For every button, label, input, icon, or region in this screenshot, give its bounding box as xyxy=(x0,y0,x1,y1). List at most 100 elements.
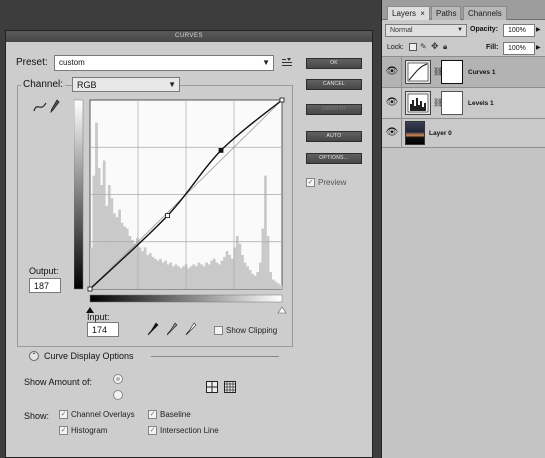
baseline-label: Baseline xyxy=(160,410,191,419)
tab-layers[interactable]: Layers × xyxy=(387,6,430,20)
histogram-bar xyxy=(241,254,244,289)
simple-grid-icon[interactable] xyxy=(206,381,218,393)
layers-empty-area xyxy=(382,148,545,458)
lock-position-icon[interactable]: ✥ xyxy=(431,42,440,51)
output-gradient-bar xyxy=(74,99,84,290)
histogram-bar xyxy=(266,236,270,289)
histogram-bar xyxy=(166,264,170,289)
smooth-button[interactable]: SMOOTH xyxy=(306,104,362,115)
histogram-bar xyxy=(210,260,214,289)
layer-mask-thumbnail[interactable] xyxy=(441,91,463,115)
preview-checkbox[interactable]: ✓ xyxy=(306,178,315,187)
input-gradient-bar xyxy=(89,294,283,303)
intersection-line-checkbox[interactable]: ✓ xyxy=(148,426,157,435)
histogram-bar xyxy=(251,273,255,289)
white-point-slider[interactable] xyxy=(277,306,287,314)
preset-value: custom xyxy=(59,58,85,67)
histogram-bar xyxy=(143,247,147,289)
histogram-bar xyxy=(146,254,150,289)
white-eyedropper-icon[interactable] xyxy=(185,322,197,336)
histogram-bar xyxy=(238,243,242,289)
histogram-bar xyxy=(220,260,224,289)
histogram-bar xyxy=(200,264,203,289)
histogram-bar xyxy=(207,264,211,289)
histogram-bar xyxy=(161,262,165,289)
channel-overlays-checkbox[interactable]: ✓ xyxy=(59,410,68,419)
histogram-bar xyxy=(133,243,137,289)
histogram-checkbox[interactable]: ✓ xyxy=(59,426,68,435)
fill-slider-arrow-icon[interactable]: ▶ xyxy=(536,44,541,51)
histogram-bar xyxy=(105,205,109,289)
light-radio[interactable] xyxy=(113,374,123,384)
lock-image-pixels-icon[interactable]: ✎ xyxy=(420,43,428,51)
tab-channels[interactable]: Channels xyxy=(463,6,507,20)
visibility-eye-icon[interactable]: 👁︎ xyxy=(385,96,399,110)
preset-dropdown[interactable]: custom ▼ xyxy=(54,55,274,71)
histogram-bar xyxy=(271,279,275,289)
histogram-bar xyxy=(205,262,208,289)
histogram-bar xyxy=(253,275,257,289)
histogram-bar xyxy=(218,264,221,289)
histogram-bar xyxy=(156,260,160,289)
input-field[interactable]: 174 xyxy=(87,322,119,337)
curves-graph[interactable] xyxy=(74,89,289,319)
opacity-field[interactable]: 100% xyxy=(503,24,535,37)
visibility-eye-icon[interactable]: 👁︎ xyxy=(385,65,399,79)
curve-control-point xyxy=(218,148,224,153)
layer-row-levels[interactable]: 👁︎ ⛓︎ Levels 1 xyxy=(382,88,545,119)
opacity-label: Opacity: xyxy=(470,26,499,33)
edit-points-curve-tool-icon[interactable] xyxy=(33,101,47,113)
black-eyedropper-icon[interactable] xyxy=(147,322,159,336)
gray-eyedropper-icon[interactable] xyxy=(166,322,178,336)
lock-all-icon[interactable]: 🔒︎ xyxy=(443,43,451,51)
histogram-bar xyxy=(194,266,198,289)
histogram-bar xyxy=(225,251,229,289)
detailed-grid-icon[interactable] xyxy=(224,381,236,393)
opacity-value: 100% xyxy=(508,27,526,34)
pencil-draw-tool-icon[interactable] xyxy=(50,99,60,114)
row-divider xyxy=(401,88,402,119)
output-value: 187 xyxy=(34,281,50,291)
collapse-options-icon[interactable]: ⌃ xyxy=(29,351,39,361)
fill-field[interactable]: 100% xyxy=(503,42,535,55)
ok-button[interactable]: OK xyxy=(306,58,362,69)
options-button[interactable]: OPTIONS... xyxy=(306,153,362,164)
histogram-bar xyxy=(276,283,280,289)
histogram-bar xyxy=(177,266,180,289)
opacity-slider-arrow-icon[interactable]: ▶ xyxy=(536,26,541,33)
input-value: 174 xyxy=(92,325,108,335)
output-field[interactable]: 187 xyxy=(29,278,61,293)
auto-button[interactable]: AUTO xyxy=(306,131,362,142)
preset-options-icon[interactable] xyxy=(282,58,292,67)
cancel-button[interactable]: CANCEL xyxy=(306,79,362,90)
lock-transparency-icon[interactable] xyxy=(409,43,417,51)
histogram-bar xyxy=(215,262,219,289)
layer-mask-thumbnail[interactable] xyxy=(441,60,463,84)
pigment-radio[interactable] xyxy=(113,390,123,400)
histogram-bar xyxy=(174,264,178,289)
histogram-bar xyxy=(115,217,119,289)
dialog-title[interactable]: CURVES xyxy=(6,31,372,42)
chevron-down-icon: ▼ xyxy=(457,27,463,33)
show-clipping-checkbox[interactable] xyxy=(214,326,223,335)
curve-plot-area xyxy=(87,97,285,292)
layer-row-curves[interactable]: 👁︎ ⛓︎ Curves 1 xyxy=(382,57,545,88)
histogram-bar xyxy=(197,262,201,289)
histogram-bar xyxy=(230,258,234,289)
close-icon[interactable]: × xyxy=(420,9,425,18)
blend-mode-dropdown[interactable]: Normal ▼ xyxy=(385,24,467,37)
layer-thumbnail xyxy=(405,121,425,145)
histogram-bar xyxy=(228,254,231,289)
tab-paths[interactable]: Paths xyxy=(431,6,462,20)
histogram-bar xyxy=(223,256,226,289)
chevron-down-icon: ▼ xyxy=(262,58,270,67)
baseline-checkbox[interactable]: ✓ xyxy=(148,410,157,419)
visibility-eye-icon[interactable]: 👁︎ xyxy=(385,126,399,140)
histogram-bar xyxy=(159,258,162,289)
layer-row-layer0[interactable]: 👁︎ Layer 0 xyxy=(382,119,545,148)
histogram-bar xyxy=(187,268,191,289)
input-label: Input: xyxy=(87,312,110,322)
curves-dialog: CURVES Preset: custom ▼ Channel: RGB ▼ O… xyxy=(5,30,373,458)
histogram-bar xyxy=(212,258,216,289)
histogram-bar xyxy=(151,256,155,289)
